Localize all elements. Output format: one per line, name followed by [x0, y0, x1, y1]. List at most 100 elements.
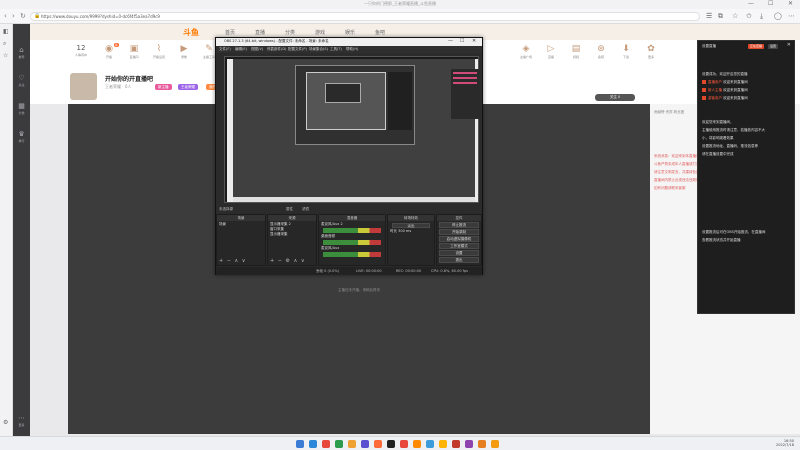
settings-icon[interactable]: ⚙	[3, 419, 8, 426]
menu-icon[interactable]: ⋯	[788, 12, 795, 20]
taskbar-app-icon[interactable]	[309, 440, 317, 448]
sidebar-item-recommend[interactable]: ⌂ 推荐	[13, 46, 30, 59]
taskbar-app-icon[interactable]	[296, 440, 304, 448]
nav-game[interactable]: 游戏	[315, 29, 325, 36]
tool-room[interactable]: ▣ 直播间	[123, 44, 145, 59]
properties-button[interactable]: 属性	[286, 207, 293, 212]
obs-titlebar[interactable]: OBS 27.1.3 (64-bit, windows) - 配置文件: 未命名…	[216, 38, 482, 46]
minimize-button[interactable]: —	[748, 0, 754, 7]
taskbar-app-icon[interactable]	[374, 440, 382, 448]
settings-button[interactable]: 设置	[439, 250, 479, 256]
refresh-icon[interactable]: ↻	[20, 12, 26, 20]
duration-field[interactable]: 300 ms	[398, 229, 411, 233]
sidebar-item-category[interactable]: ▦ 分类	[13, 102, 30, 115]
source-item[interactable]: 显示器采集	[270, 232, 314, 237]
taskbar-app-icon[interactable]	[387, 440, 395, 448]
obs-menu-help[interactable]: 帮助(H)	[346, 47, 358, 52]
obs-menu-tools[interactable]: 工具(T)	[330, 47, 342, 52]
exit-button[interactable]: 退出	[439, 257, 479, 263]
extension-icon[interactable]: ⧉	[718, 12, 723, 21]
obs-close-button[interactable]: ✕	[472, 38, 476, 44]
collections-icon[interactable]: ✩	[746, 12, 752, 20]
taskbar-app-icon[interactable]	[413, 440, 421, 448]
profile-icon[interactable]: ◯	[774, 12, 782, 20]
tool-square[interactable]: ◈ 主播广场	[515, 44, 537, 59]
avatar[interactable]	[70, 73, 97, 100]
close-button[interactable]: ✕	[788, 0, 793, 7]
notify-close-icon[interactable]: ✕	[787, 42, 791, 48]
obs-menu-file[interactable]: 文件(F)	[219, 47, 231, 52]
taskbar-app-icon[interactable]	[400, 440, 408, 448]
tool-live-right[interactable]: ▷ 直播	[540, 44, 562, 59]
taskbar-app-icon[interactable]	[426, 440, 434, 448]
download-icon[interactable]: ⤓	[760, 12, 763, 21]
maximize-button[interactable]: ☐	[768, 0, 773, 7]
tool-yuba-right[interactable]: ⊛ 鱼吧	[590, 44, 612, 59]
search-icon[interactable]: ⌕	[3, 40, 6, 48]
reader-icon[interactable]: ☰	[706, 12, 712, 20]
taskbar-app-icon[interactable]	[478, 440, 486, 448]
mixer-volume-slider[interactable]	[323, 240, 381, 245]
obs-menu-view[interactable]: 视图(V)	[251, 47, 263, 52]
scene-controls[interactable]: + − ∧ ∨	[219, 258, 246, 264]
live-status-pill[interactable]: 正在直播	[748, 44, 765, 49]
filters-button[interactable]: 滤镜	[302, 207, 309, 212]
sidebar-item-rank[interactable]: ♛ 排行	[13, 130, 30, 143]
nav-home[interactable]: 首页	[225, 29, 235, 36]
tool-download-right[interactable]: ⬇ 下载	[615, 44, 637, 59]
favorite-icon[interactable]: ☆	[732, 12, 738, 20]
chat-tabs[interactable]: 贡献榜 贵宾 粉丝团	[654, 110, 684, 115]
site-logo[interactable]: 斗鱼	[183, 27, 199, 38]
obs-preview[interactable]	[224, 56, 479, 203]
tabs-icon[interactable]: ◧	[3, 28, 9, 35]
follow-button[interactable]: 关注 0	[595, 94, 635, 101]
sidebar-item-more[interactable]: ⋯ 更多	[13, 414, 30, 427]
mixer-volume-slider[interactable]	[323, 228, 381, 233]
taskbar-app-icon[interactable]	[335, 440, 343, 448]
taskbar-app-icon[interactable]	[439, 440, 447, 448]
virtual-camera-button[interactable]: 启动虚拟摄像机	[439, 236, 479, 242]
taskbar-app-icon[interactable]	[348, 440, 356, 448]
tool-video[interactable]: ▶ 录像	[173, 44, 195, 59]
more-icon: ⋯	[18, 414, 25, 422]
notify-mark-icon	[702, 96, 706, 100]
tool-waiting[interactable]: 12 人等待中	[70, 44, 92, 57]
system-tray[interactable]: 16:50 2022/7/18	[776, 439, 794, 447]
tool-start-live[interactable]: ◉ 开播新	[98, 43, 120, 59]
transition-select[interactable]: 淡出	[392, 223, 430, 228]
start-recording-button[interactable]: 开始录制	[439, 229, 479, 235]
forward-icon[interactable]: ›	[12, 12, 15, 20]
mixer-volume-slider[interactable]	[323, 252, 381, 257]
back-icon[interactable]: ‹	[4, 12, 7, 20]
tool-videos-right[interactable]: ▤ 视频	[565, 44, 587, 59]
obs-menu-scenes[interactable]: 场景集合(S)	[309, 47, 328, 52]
taskbar-app-icon[interactable]	[465, 440, 473, 448]
obs-menu-edit[interactable]: 编辑(E)	[235, 47, 247, 52]
notify-settings-pill[interactable]: 设置	[768, 44, 779, 49]
obs-window[interactable]: OBS 27.1.3 (64-bit, windows) - 配置文件: 未命名…	[215, 37, 483, 275]
taskbar-app-icon[interactable]	[452, 440, 460, 448]
nav-ent[interactable]: 娱乐	[345, 29, 355, 36]
tool-more-right[interactable]: ✿ 更多	[640, 44, 662, 59]
taskbar-app-icon[interactable]	[361, 440, 369, 448]
nav-yuba[interactable]: 鱼吧	[375, 29, 385, 36]
source-controls[interactable]: + − ⚙ ∧ ∨	[270, 258, 306, 264]
tool-settings[interactable]: ⌇ 开播设置	[148, 44, 170, 59]
address-bar[interactable]: 🔒 https://www.douyu.com/9999?dyshid=0-dc…	[30, 12, 700, 21]
studio-mode-button[interactable]: 工作室模式	[439, 243, 479, 249]
tag-new[interactable]: 新主播	[155, 84, 172, 90]
notify-line: 直播用户 欢迎来到直播间	[702, 80, 748, 85]
obs-menu-docks[interactable]: 停靠部件(D)	[267, 47, 286, 52]
obs-minimize-button[interactable]: —	[448, 38, 453, 44]
sidebar-item-follow[interactable]: ♡ 关注	[13, 74, 30, 87]
tag-game[interactable]: 王者荣耀	[178, 84, 198, 90]
taskbar-app-icon[interactable]	[491, 440, 499, 448]
stop-stream-button[interactable]: 停止推流	[439, 222, 479, 228]
nav-live[interactable]: 直播	[255, 29, 265, 36]
nav-category[interactable]: 分类	[285, 29, 295, 36]
scene-item[interactable]: 场景	[219, 222, 263, 227]
favorites-icon[interactable]: ☆	[3, 52, 8, 59]
obs-menu-profile[interactable]: 配置文件(P)	[288, 47, 307, 52]
obs-maximize-button[interactable]: ☐	[460, 38, 464, 44]
taskbar-app-icon[interactable]	[322, 440, 330, 448]
